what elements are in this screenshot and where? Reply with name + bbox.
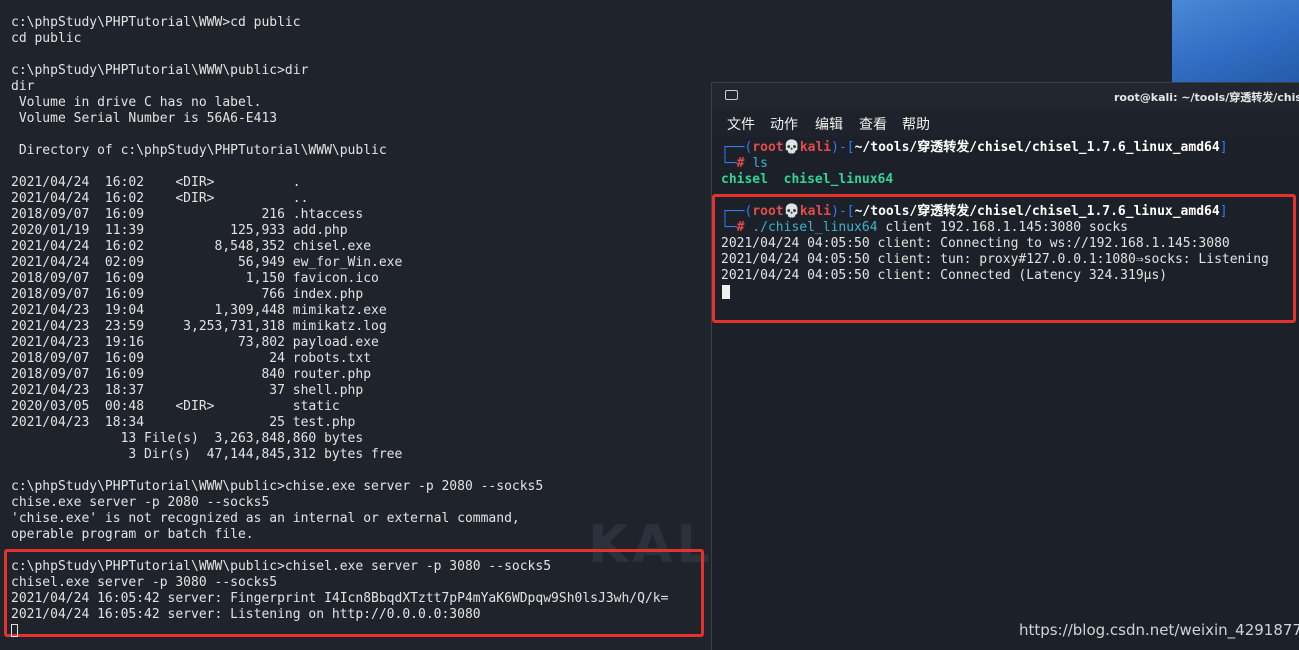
command-line-1: └─# ls: [721, 156, 768, 171]
terminal-line: 2018/09/07 16:09 840 router.php: [11, 367, 372, 382]
terminal-line: 2021/04/24 16:02 <DIR> ..: [11, 191, 309, 206]
window-title: root@kali: ~/tools/穿透转发/chisel: [1114, 91, 1299, 104]
terminal-line: 2018/09/07 16:09 766 index.php: [11, 287, 364, 302]
terminal-line: dir: [11, 79, 35, 94]
terminal-line: 2021/04/24 02:09 56,949 ew_for_Win.exe: [11, 255, 403, 270]
terminal-line: Volume in drive C has no label.: [11, 95, 262, 110]
terminal-line: Directory of c:\phpStudy\PHPTutorial\WWW…: [11, 143, 387, 158]
terminal-line: 2021/04/24 16:02 <DIR> .: [11, 175, 301, 190]
highlight-box-client: [712, 194, 1296, 323]
window-titlebar[interactable]: root@kali: ~/tools/穿透转发/chisel: [712, 83, 1299, 109]
terminal-line: chise.exe server -p 2080 --socks5: [11, 495, 270, 510]
terminal-line: 2021/04/23 18:37 37 shell.php: [11, 383, 364, 398]
menu-view[interactable]: 查看: [859, 114, 887, 134]
terminal-line: 13 File(s) 3,263,848,860 bytes: [11, 431, 364, 446]
terminal-line: 2018/09/07 16:09 24 robots.txt: [11, 351, 372, 366]
highlight-box-server: [4, 549, 704, 637]
terminal-line: 2018/09/07 16:09 216 .htaccess: [11, 207, 364, 222]
skull-icon: 💀: [783, 140, 800, 155]
terminal-line: cd public: [11, 31, 82, 46]
terminal-line: operable program or batch file.: [11, 527, 254, 542]
menu-bar: 文件 动作 编辑 查看 帮助: [712, 109, 1299, 137]
terminal-line: Volume Serial Number is 56A6-E413: [11, 111, 278, 126]
ls-output: chisel chisel_linux64: [721, 172, 894, 187]
menu-file[interactable]: 文件: [727, 114, 755, 134]
terminal-icon: [725, 90, 738, 100]
terminal-line: c:\phpStudy\PHPTutorial\WWW\public>chise…: [11, 479, 544, 494]
menu-edit[interactable]: 编辑: [815, 114, 843, 134]
csdn-watermark: https://blog.csdn.net/weixin_42918771: [1019, 621, 1299, 639]
terminal-line: 2020/01/19 11:39 125,933 add.php: [11, 223, 348, 238]
terminal-line: 2021/04/24 16:02 8,548,352 chisel.exe: [11, 239, 372, 254]
terminal-line: 2021/04/23 19:16 73,802 payload.exe: [11, 335, 379, 350]
terminal-cursor: [11, 624, 18, 637]
terminal-line: c:\phpStudy\PHPTutorial\WWW>cd public: [11, 15, 301, 30]
menu-action[interactable]: 动作: [770, 114, 798, 134]
terminal-line: 2021/04/23 18:34 25 test.php: [11, 415, 356, 430]
terminal-line: 2021/04/23 19:04 1,309,448 mimikatz.exe: [11, 303, 387, 318]
terminal-line: 2021/04/23 23:59 3,253,731,318 mimikatz.…: [11, 319, 387, 334]
terminal-line: c:\phpStudy\PHPTutorial\WWW\public>dir: [11, 63, 309, 78]
terminal-line: 3 Dir(s) 47,144,845,312 bytes free: [11, 447, 403, 462]
desktop-background: [1172, 0, 1299, 84]
prompt-line-1: ┌──(root💀kali)-[~/tools/穿透转发/chisel/chis…: [721, 140, 1228, 155]
terminal-line: 'chise.exe' is not recognized as an inte…: [11, 511, 520, 526]
terminal-line: 2020/03/05 00:48 <DIR> static: [11, 399, 340, 414]
kali-terminal-window[interactable]: root@kali: ~/tools/穿透转发/chisel 文件 动作 编辑 …: [711, 82, 1299, 650]
terminal-line: 2018/09/07 16:09 1,150 favicon.ico: [11, 271, 379, 286]
menu-help[interactable]: 帮助: [902, 114, 930, 134]
